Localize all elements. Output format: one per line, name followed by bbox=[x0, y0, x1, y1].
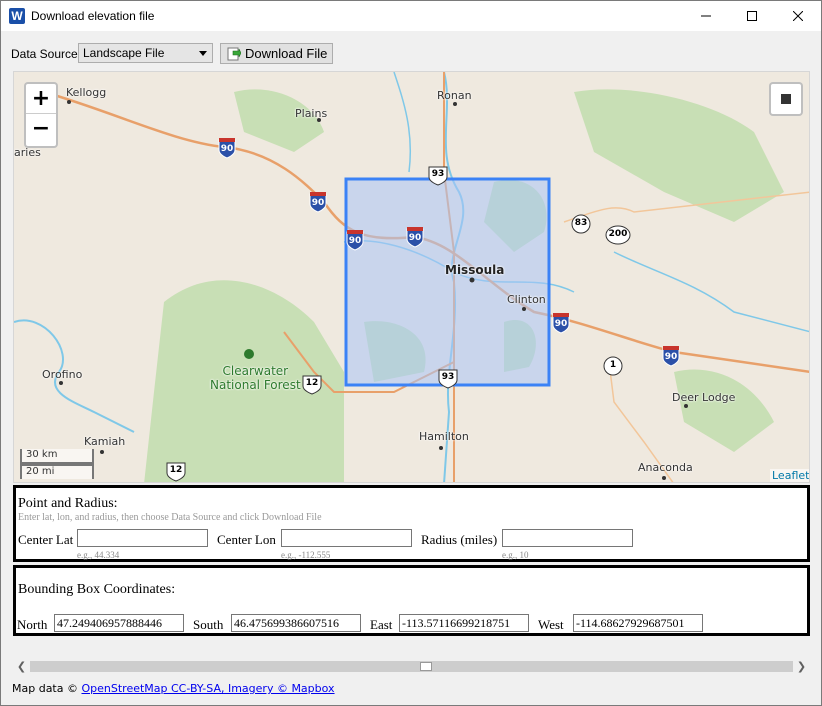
close-icon bbox=[793, 11, 803, 21]
radius-label: Radius (miles) bbox=[421, 532, 498, 547]
center-lat-hint: e.g., 44.334 bbox=[77, 550, 120, 560]
maximize-button[interactable] bbox=[729, 1, 775, 31]
data-source-value: Landscape File bbox=[83, 46, 165, 60]
center-lon-input[interactable] bbox=[281, 529, 412, 547]
point-radius-panel: Point and Radius: Enter lat, lon, and ra… bbox=[13, 485, 810, 562]
data-source-label: Data Source bbox=[11, 47, 78, 61]
west-input[interactable] bbox=[573, 614, 703, 632]
east-input[interactable] bbox=[399, 614, 529, 632]
i90-label-6: 90 bbox=[664, 352, 678, 362]
minimize-icon bbox=[701, 15, 711, 17]
route1-label: 1 bbox=[609, 360, 617, 370]
hamilton-dot bbox=[439, 446, 443, 450]
ronan-dot bbox=[453, 102, 457, 106]
i90-label-5: 90 bbox=[554, 319, 568, 329]
download-file-button[interactable]: Download File bbox=[220, 43, 333, 64]
south-input[interactable] bbox=[231, 614, 361, 632]
tree-icon bbox=[244, 349, 254, 359]
scale-mi: 20 mi bbox=[20, 464, 94, 479]
clinton-dot bbox=[522, 307, 526, 311]
us93-label-south: 93 bbox=[441, 372, 455, 382]
radius-input[interactable] bbox=[502, 529, 633, 547]
place-clearwater-forest: Clearwater National Forest bbox=[210, 364, 301, 392]
center-lon-label: Center Lon bbox=[217, 532, 276, 547]
kellogg-dot bbox=[67, 100, 71, 104]
basemap bbox=[14, 72, 809, 482]
us93-label-north: 93 bbox=[431, 169, 445, 179]
north-label: North bbox=[17, 617, 48, 632]
selection-rectangle bbox=[344, 177, 551, 387]
download-icon bbox=[227, 47, 241, 61]
place-kellogg: Kellogg bbox=[66, 86, 107, 99]
missoula-dot bbox=[469, 277, 475, 283]
square-icon bbox=[781, 94, 791, 104]
north-input[interactable] bbox=[54, 614, 184, 632]
scroll-thumb[interactable] bbox=[420, 662, 432, 671]
point-radius-hint: Enter lat, lon, and radius, then choose … bbox=[18, 512, 322, 523]
draw-rectangle-button[interactable] bbox=[769, 82, 803, 116]
map-data-prefix: Map data © bbox=[12, 682, 78, 695]
zoom-out-button[interactable]: − bbox=[26, 114, 56, 144]
forest-name-line1: Clearwater bbox=[222, 364, 289, 378]
scroll-track[interactable] bbox=[30, 661, 793, 672]
i90-label-3: 90 bbox=[348, 236, 362, 246]
download-file-label: Download File bbox=[245, 46, 328, 61]
maximize-icon bbox=[747, 11, 757, 21]
place-missoula: Missoula bbox=[445, 263, 505, 277]
scroll-left-icon[interactable]: ❮ bbox=[13, 660, 30, 673]
us12-label-2: 12 bbox=[169, 465, 183, 475]
zoom-in-button[interactable]: + bbox=[26, 84, 56, 114]
close-button[interactable] bbox=[775, 1, 821, 31]
south-label: South bbox=[193, 617, 224, 632]
map-scale: 30 km 20 mi bbox=[20, 449, 94, 479]
window-title: Download elevation file bbox=[31, 9, 155, 23]
center-lon-hint: e.g., -112.555 bbox=[281, 550, 331, 560]
place-hamilton: Hamilton bbox=[419, 430, 469, 443]
place-plains: Plains bbox=[295, 107, 328, 120]
route83-label: 83 bbox=[574, 218, 588, 228]
scale-km: 30 km bbox=[20, 449, 94, 464]
place-anaconda: Anaconda bbox=[638, 461, 693, 474]
leaflet-link[interactable]: Leaflet bbox=[770, 469, 809, 482]
place-deer-lodge: Deer Lodge bbox=[672, 391, 736, 404]
center-lat-label: Center Lat bbox=[18, 532, 74, 547]
i90-label-2: 90 bbox=[311, 198, 325, 208]
route200-label: 200 bbox=[608, 229, 628, 239]
radius-hint: e.g., 10 bbox=[502, 550, 529, 560]
west-label: West bbox=[538, 617, 564, 632]
app-icon: W bbox=[9, 8, 25, 24]
data-source-select[interactable]: Landscape File bbox=[78, 43, 213, 63]
place-clinton: Clinton bbox=[507, 293, 546, 306]
bounding-box-panel: Bounding Box Coordinates: North South Ea… bbox=[13, 565, 810, 636]
horizontal-scrollbar[interactable]: ❮ ❯ bbox=[13, 658, 810, 675]
scroll-right-icon[interactable]: ❯ bbox=[793, 660, 810, 673]
place-ronan: Ronan bbox=[437, 89, 472, 102]
place-kamiah: Kamiah bbox=[84, 435, 126, 448]
place-orofino: Orofino bbox=[42, 368, 83, 381]
east-label: East bbox=[370, 617, 393, 632]
forest-name-line2: National Forest bbox=[210, 378, 301, 392]
chevron-down-icon bbox=[199, 51, 207, 56]
title-bar: W Download elevation file bbox=[1, 1, 821, 31]
app-window: W Download elevation file Data Source La… bbox=[0, 0, 822, 706]
map-data-attribution: Map data © OpenStreetMap CC-BY-SA, Image… bbox=[12, 682, 335, 695]
map-data-link[interactable]: OpenStreetMap CC-BY-SA, Imagery © Mapbox bbox=[81, 682, 334, 695]
point-radius-title: Point and Radius: bbox=[18, 496, 118, 511]
map-view[interactable]: Kellogg aries Plains Ronan Missoula Clin… bbox=[13, 71, 810, 483]
deer-lodge-dot bbox=[684, 404, 688, 408]
i90-label-4: 90 bbox=[408, 233, 422, 243]
minimize-button[interactable] bbox=[683, 1, 729, 31]
anaconda-dot bbox=[662, 476, 666, 480]
us12-label-1: 12 bbox=[305, 378, 319, 388]
toolbar: Data Source Landscape File Download File bbox=[1, 39, 821, 67]
center-lat-input[interactable] bbox=[77, 529, 208, 547]
orofino-dot bbox=[59, 381, 63, 385]
zoom-control: + − bbox=[24, 82, 58, 148]
bounding-box-title: Bounding Box Coordinates: bbox=[18, 582, 176, 597]
i90-label-1: 90 bbox=[220, 144, 234, 154]
kamiah-dot bbox=[100, 450, 104, 454]
